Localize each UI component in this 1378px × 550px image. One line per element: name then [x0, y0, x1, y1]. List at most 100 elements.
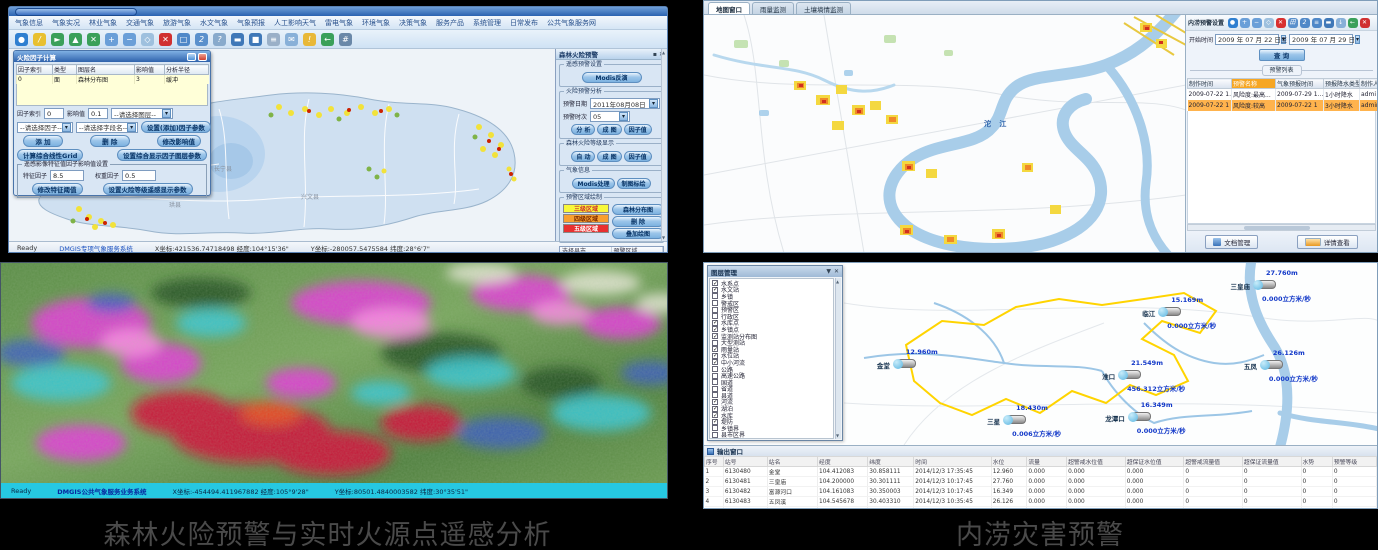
layer-checkbox[interactable]: [712, 399, 718, 405]
select-polygon-icon[interactable]: ▲: [68, 32, 83, 47]
factor-table-header[interactable]: 图层名: [77, 65, 135, 75]
layer-checkbox[interactable]: [712, 379, 718, 385]
layer-checkbox[interactable]: [712, 392, 718, 398]
menu-item[interactable]: 水文气象: [200, 18, 228, 28]
output-col-header[interactable]: 超警戒流量值: [1184, 457, 1243, 467]
flood-risk-map[interactable]: 沱 江: [704, 15, 1186, 253]
output-col-header[interactable]: 水位: [991, 457, 1027, 467]
set-factor-button[interactable]: 设置(添加)因子参数: [141, 121, 211, 133]
county-col-header[interactable]: 选择县市: [560, 247, 612, 253]
display-params-button[interactable]: 设置综合显示因子图层参数: [117, 149, 207, 161]
layer-checkbox[interactable]: [712, 359, 718, 365]
zoom-out-icon[interactable]: −: [122, 32, 137, 47]
globe-icon[interactable]: ●: [14, 32, 29, 47]
dropdown-arrow-icon[interactable]: [1355, 35, 1360, 44]
menu-item[interactable]: 公共气象服务网: [547, 18, 596, 28]
grade-button[interactable]: 自 动: [571, 151, 595, 162]
factor-table-header[interactable]: 分析半径: [165, 65, 209, 75]
layer-checkbox[interactable]: [712, 320, 718, 326]
pin-icon[interactable]: ▪: [653, 51, 657, 58]
analysis-button[interactable]: 成 图: [597, 124, 621, 135]
stop-icon[interactable]: ✕: [1275, 17, 1286, 28]
end-date-picker[interactable]: 2009 年 07 月 29 日: [1289, 34, 1353, 45]
back-icon[interactable]: ←: [1347, 17, 1358, 28]
impact-input[interactable]: 0.1: [88, 108, 108, 119]
layer-checkbox[interactable]: [712, 346, 718, 352]
layers-icon[interactable]: ≡: [1311, 17, 1322, 28]
title-bar[interactable]: [9, 7, 667, 16]
menu-item[interactable]: 交通气象: [126, 18, 154, 28]
menu-item[interactable]: 气象信息: [15, 18, 43, 28]
output-col-header[interactable]: 超保证流量值: [1242, 457, 1301, 467]
menu-item[interactable]: 服务产品: [436, 18, 464, 28]
output-col-header[interactable]: 超警戒水位值: [1067, 457, 1126, 467]
dropdown-arrow-icon[interactable]: [619, 112, 628, 121]
panel-vscrollbar[interactable]: [661, 49, 667, 241]
factor-table-header[interactable]: 影响值: [135, 65, 165, 75]
tab-rain-monitor[interactable]: 雨量监测: [752, 2, 794, 14]
warning-table-header[interactable]: 气象预报时间: [1276, 79, 1324, 89]
zoom-in-icon[interactable]: +: [104, 32, 119, 47]
export-mail-icon[interactable]: ✉: [284, 32, 299, 47]
factor-select[interactable]: --请选择因子--: [17, 122, 73, 133]
stop-icon[interactable]: ✕: [158, 32, 173, 47]
clear-selection-icon[interactable]: ✕: [86, 32, 101, 47]
output-col-header[interactable]: 超保证水位值: [1125, 457, 1184, 467]
station-marker-icon[interactable]: [1161, 307, 1181, 316]
satellite-fire-image[interactable]: [1, 263, 668, 485]
warning-table-header[interactable]: 制作时间: [1188, 79, 1232, 89]
station-data-row[interactable]: 46130483 五凤溪104.545678 30.4033102014/12/…: [705, 497, 1377, 507]
swipe-icon[interactable]: ▬: [230, 32, 245, 47]
menu-item[interactable]: 林业气象: [89, 18, 117, 28]
station-marker-icon[interactable]: [1131, 412, 1151, 421]
full-extent-icon[interactable]: □: [176, 32, 191, 47]
station-marker-icon[interactable]: [1263, 360, 1283, 369]
dropdown-arrow-icon[interactable]: [62, 123, 71, 132]
menu-item[interactable]: 旅游气象: [163, 18, 191, 28]
station-marker-icon[interactable]: [1256, 280, 1276, 289]
zoom-out-icon[interactable]: −: [1251, 17, 1262, 28]
region-button[interactable]: 森林分布图: [612, 204, 664, 215]
field-select[interactable]: --请选择字段名--: [76, 122, 138, 133]
window-2-icon[interactable]: 2: [194, 32, 209, 47]
output-title-bar[interactable]: 输出窗口: [704, 446, 1377, 456]
tab-soil-moisture[interactable]: 土壤墒情监测: [796, 2, 851, 14]
output-col-header[interactable]: 水势: [1301, 457, 1332, 467]
pan-icon[interactable]: ◇: [1263, 17, 1274, 28]
layer-checkbox[interactable]: [712, 353, 718, 359]
settings-icon[interactable]: #: [338, 32, 353, 47]
station-data-row[interactable]: 56130484 淮口104.105044 30.2000072014/12/3…: [705, 507, 1377, 510]
back-icon[interactable]: ←: [320, 32, 335, 47]
layer-checkbox[interactable]: [712, 287, 718, 293]
tab-map-window[interactable]: 地图窗口: [708, 2, 750, 14]
output-col-header[interactable]: 经度: [818, 457, 868, 467]
output-col-header[interactable]: 站号: [723, 457, 767, 467]
weather-button[interactable]: Modis处理: [572, 178, 614, 189]
pan-icon[interactable]: ◇: [140, 32, 155, 47]
map-icon[interactable]: ▬: [1323, 17, 1334, 28]
zoom-in-icon[interactable]: +: [1239, 17, 1250, 28]
region-button[interactable]: 删 除: [612, 216, 664, 227]
delete-button[interactable]: 删 除: [90, 135, 130, 147]
layer-checkbox[interactable]: [712, 333, 718, 339]
layer-panel-header[interactable]: 图层管理 ▼✕: [708, 266, 842, 277]
station-map[interactable]: 12.960m 金堂 27.760m 三皇庙 0.000立方米/秒 15.169…: [704, 263, 1378, 445]
select-feature-icon[interactable]: ►: [50, 32, 65, 47]
station-marker-icon[interactable]: [1006, 415, 1026, 424]
county-list[interactable]: 选择县市 预警区域: [559, 246, 664, 253]
feature-input[interactable]: 8.5: [50, 170, 84, 181]
layer-checkbox[interactable]: [712, 313, 718, 319]
station-data-row[interactable]: 26130481 三皇庙104.200000 30.3011112014/12/…: [705, 477, 1377, 487]
warn-date-select[interactable]: 2011年08月08日: [590, 98, 660, 109]
factor-table-header[interactable]: 因子索引: [17, 65, 53, 75]
globe-icon[interactable]: ●: [1227, 17, 1238, 28]
collapse-icon[interactable]: ▼: [826, 268, 831, 275]
warning-list-tab[interactable]: 预警列表: [1261, 65, 1301, 76]
close-icon[interactable]: ✕: [834, 268, 839, 275]
pin-icon[interactable]: !: [302, 32, 317, 47]
layer-vscrollbar[interactable]: [835, 278, 841, 439]
close-icon[interactable]: [198, 53, 207, 61]
save-icon[interactable]: ↓: [1335, 17, 1346, 28]
warning-table-header[interactable]: 制作人: [1360, 79, 1378, 89]
station-marker-icon[interactable]: [896, 359, 916, 368]
